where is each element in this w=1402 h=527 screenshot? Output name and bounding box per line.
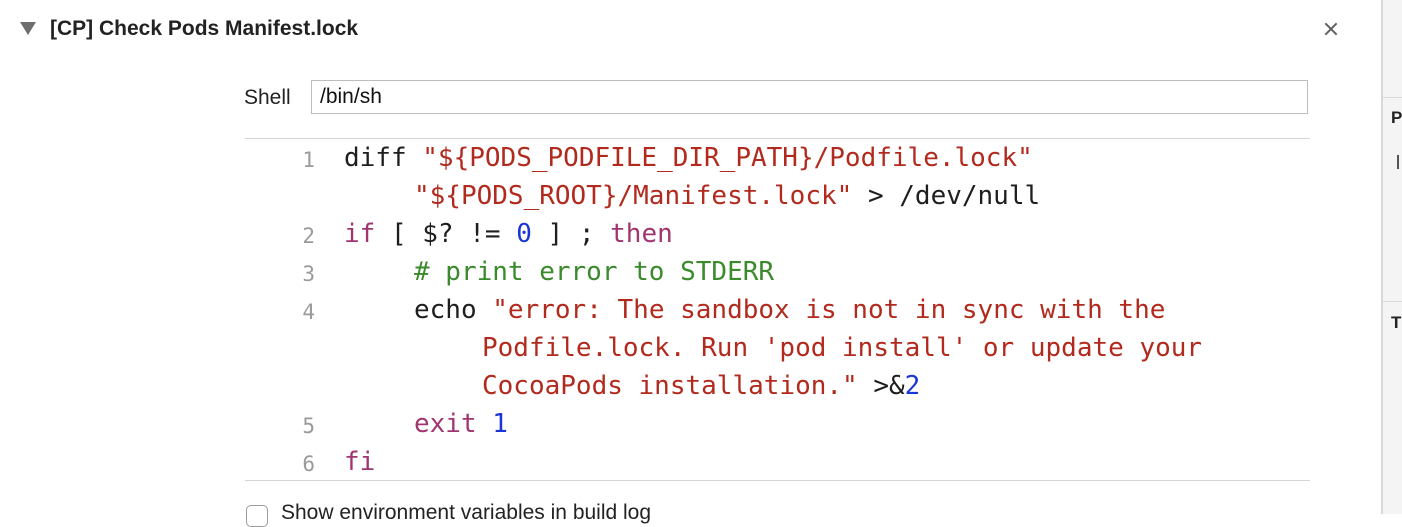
code-token: >&: [857, 371, 905, 401]
shell-input[interactable]: [311, 80, 1308, 114]
string-token: "${PODS_ROOT}/Manifest.lock": [414, 181, 853, 211]
line-number: 2: [302, 224, 315, 248]
line-number: 1: [302, 148, 315, 172]
number-token: 0: [516, 219, 532, 249]
code-line-wrapped: Podfile.lock. Run 'pod install' or updat…: [482, 329, 1202, 367]
line-number: 6: [302, 452, 315, 476]
triangle-down-icon[interactable]: [20, 22, 36, 35]
inspector-bracket: [1397, 155, 1402, 169]
code-token: ] ;: [531, 219, 611, 249]
code-token: diff: [344, 143, 423, 173]
number-token: 1: [492, 409, 508, 439]
code-line: if [ $? != 0 ] ; then: [344, 215, 673, 253]
show-env-vars-checkbox[interactable]: [246, 505, 268, 527]
inspector-section-letter: P: [1391, 108, 1402, 127]
code-line-wrapped: CocoaPods installation." >&2: [482, 367, 920, 405]
keyword-token: fi: [344, 447, 376, 477]
number-token: 2: [904, 371, 921, 401]
string-token: "${PODS_PODFILE_DIR_PATH}/Podfile.lock": [422, 143, 1033, 173]
divider: [1383, 301, 1402, 302]
comment-token: # print error to STDERR: [414, 257, 775, 287]
code-token: echo: [414, 295, 493, 325]
line-number: 4: [302, 300, 315, 324]
build-phase-panel: [CP] Check Pods Manifest.lock Shell 1 2 …: [0, 0, 1381, 527]
divider: [1383, 97, 1402, 98]
phase-title[interactable]: [CP] Check Pods Manifest.lock: [50, 17, 358, 41]
script-editor[interactable]: 1 2 3 4 5 6 diff "${PODS_PODFILE_DIR_PAT…: [245, 138, 1310, 481]
inspector-panel-edge: P T: [1381, 0, 1402, 514]
show-env-vars-label[interactable]: Show environment variables in build log: [281, 501, 651, 525]
keyword-token: if: [344, 219, 376, 249]
keyword-token: then: [610, 219, 673, 249]
inspector-section-letter: T: [1391, 313, 1402, 332]
code-line: diff "${PODS_PODFILE_DIR_PATH}/Podfile.l…: [344, 139, 1033, 177]
code-line-wrapped: "${PODS_ROOT}/Manifest.lock" > /dev/null: [414, 177, 1040, 215]
close-icon[interactable]: [1320, 18, 1342, 40]
string-token: "error: The sandbox is not in sync with …: [492, 295, 1166, 325]
code-token: [ $? !=: [375, 219, 517, 249]
code-line: fi: [344, 443, 375, 481]
code-line: echo "error: The sandbox is not in sync …: [414, 291, 1165, 329]
string-token: CocoaPods installation.": [482, 371, 858, 401]
code-line: # print error to STDERR: [414, 253, 774, 291]
shell-label: Shell: [244, 86, 291, 109]
line-number: 5: [302, 414, 315, 438]
code-token: > /dev/null: [852, 181, 1041, 211]
code-line: exit 1: [414, 405, 508, 443]
string-token: Podfile.lock. Run 'pod install' or updat…: [482, 333, 1203, 363]
line-number: 3: [302, 262, 315, 286]
keyword-token: exit: [414, 409, 477, 439]
